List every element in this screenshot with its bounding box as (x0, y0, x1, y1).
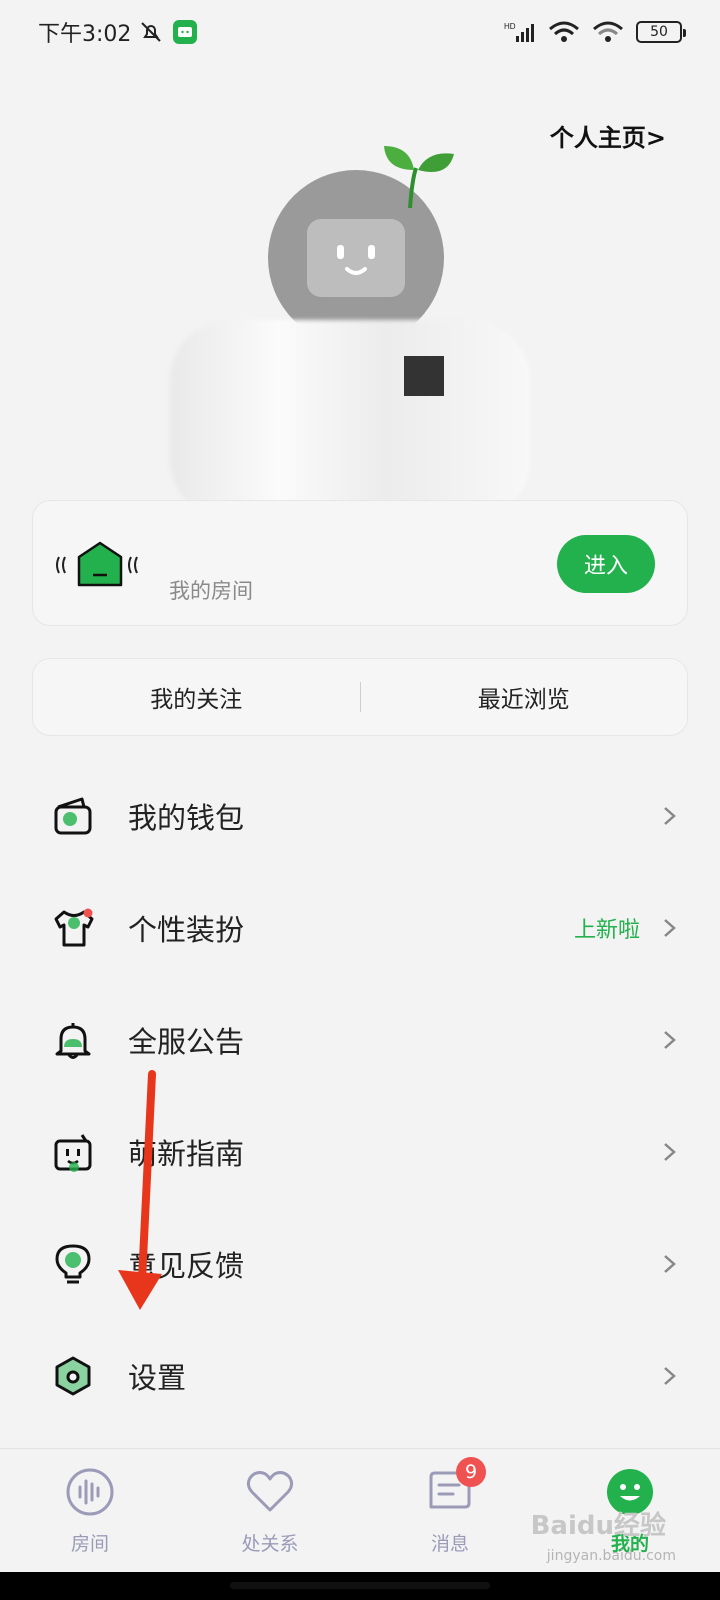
room-house-icon (56, 541, 138, 587)
bell-muted-icon (141, 22, 162, 42)
nav-rooms[interactable]: 房间 (0, 1449, 180, 1572)
wifi-icon (549, 21, 579, 42)
status-bar: 下午3:02 HD 50 (0, 0, 720, 64)
chevron-right-icon (664, 1143, 676, 1161)
wallet-icon (54, 797, 92, 835)
app-notification-icon (173, 20, 198, 44)
settings-hexagon-icon (55, 1356, 91, 1396)
baidu-watermark-url: jingyan.baidu.com (546, 1548, 676, 1564)
blurred-pixel (404, 356, 444, 396)
baidu-watermark: Baidu经验 (530, 1511, 666, 1541)
enter-room-button[interactable]: 进入 (557, 535, 655, 593)
nav-messages[interactable]: 9 消息 (360, 1449, 540, 1572)
battery-indicator: 50 (636, 21, 686, 43)
menu-label: 我的钱包 (128, 801, 245, 835)
menu-label: 设置 (128, 1361, 187, 1395)
sprout-icon (384, 146, 454, 209)
signal-icon: HD (504, 22, 534, 42)
shirt-icon (54, 908, 94, 947)
nav-relationships[interactable]: 处关系 (180, 1449, 360, 1572)
nav-label: 处关系 (241, 1533, 299, 1555)
chevron-right-icon (664, 919, 676, 937)
wifi-secondary-icon (593, 21, 623, 42)
menu-item-dressup[interactable]: 个性装扮 上新啦 (0, 872, 720, 984)
chevron-right-icon (664, 807, 676, 825)
avatar[interactable] (268, 140, 458, 346)
chevron-right-icon (664, 1367, 676, 1385)
status-indicators: HD 50 (504, 20, 686, 44)
audio-wave-icon (66, 1468, 114, 1516)
menu-item-guide[interactable]: 萌新指南 (0, 1096, 720, 1208)
unread-badge: 9 (456, 1457, 486, 1487)
menu-item-settings[interactable]: 设置 (0, 1320, 720, 1432)
room-label: 我的房间 (169, 579, 253, 603)
status-time: 下午3:02 (38, 22, 132, 47)
profile-page-link[interactable]: 个人主页> (550, 118, 666, 153)
blurred-username (170, 320, 530, 520)
menu-list: 我的钱包 个性装扮 上新啦 全服公告 萌新指南 意见反馈 设置 (0, 760, 720, 1432)
menu-item-wallet[interactable]: 我的钱包 (0, 760, 720, 872)
lightbulb-icon (55, 1244, 91, 1284)
robot-face-icon (307, 219, 405, 297)
menu-item-feedback[interactable]: 意见反馈 (0, 1208, 720, 1320)
menu-label: 个性装扮 (128, 913, 245, 947)
menu-label: 全服公告 (128, 1025, 245, 1059)
annotation-arrow (118, 1070, 162, 1310)
heart-icon (246, 1471, 294, 1512)
my-room-card[interactable]: 我的房间 进入 (32, 500, 688, 626)
tab-recent-browse[interactable]: 最近浏览 (361, 680, 688, 714)
nav-label: 消息 (430, 1533, 469, 1555)
menu-item-announcement[interactable]: 全服公告 (0, 984, 720, 1096)
follow-history-tabs: 我的关注 最近浏览 (32, 658, 688, 736)
robot-icon (54, 1134, 92, 1172)
nav-label: 房间 (70, 1533, 109, 1555)
chevron-right-icon (664, 1031, 676, 1049)
tab-my-follows[interactable]: 我的关注 (33, 680, 360, 714)
new-arrival-label: 上新啦 (573, 918, 640, 943)
svg-text:HD: HD (504, 22, 516, 31)
chevron-right-icon (664, 1255, 676, 1273)
home-indicator[interactable] (230, 1582, 490, 1589)
bell-icon (55, 1023, 91, 1059)
